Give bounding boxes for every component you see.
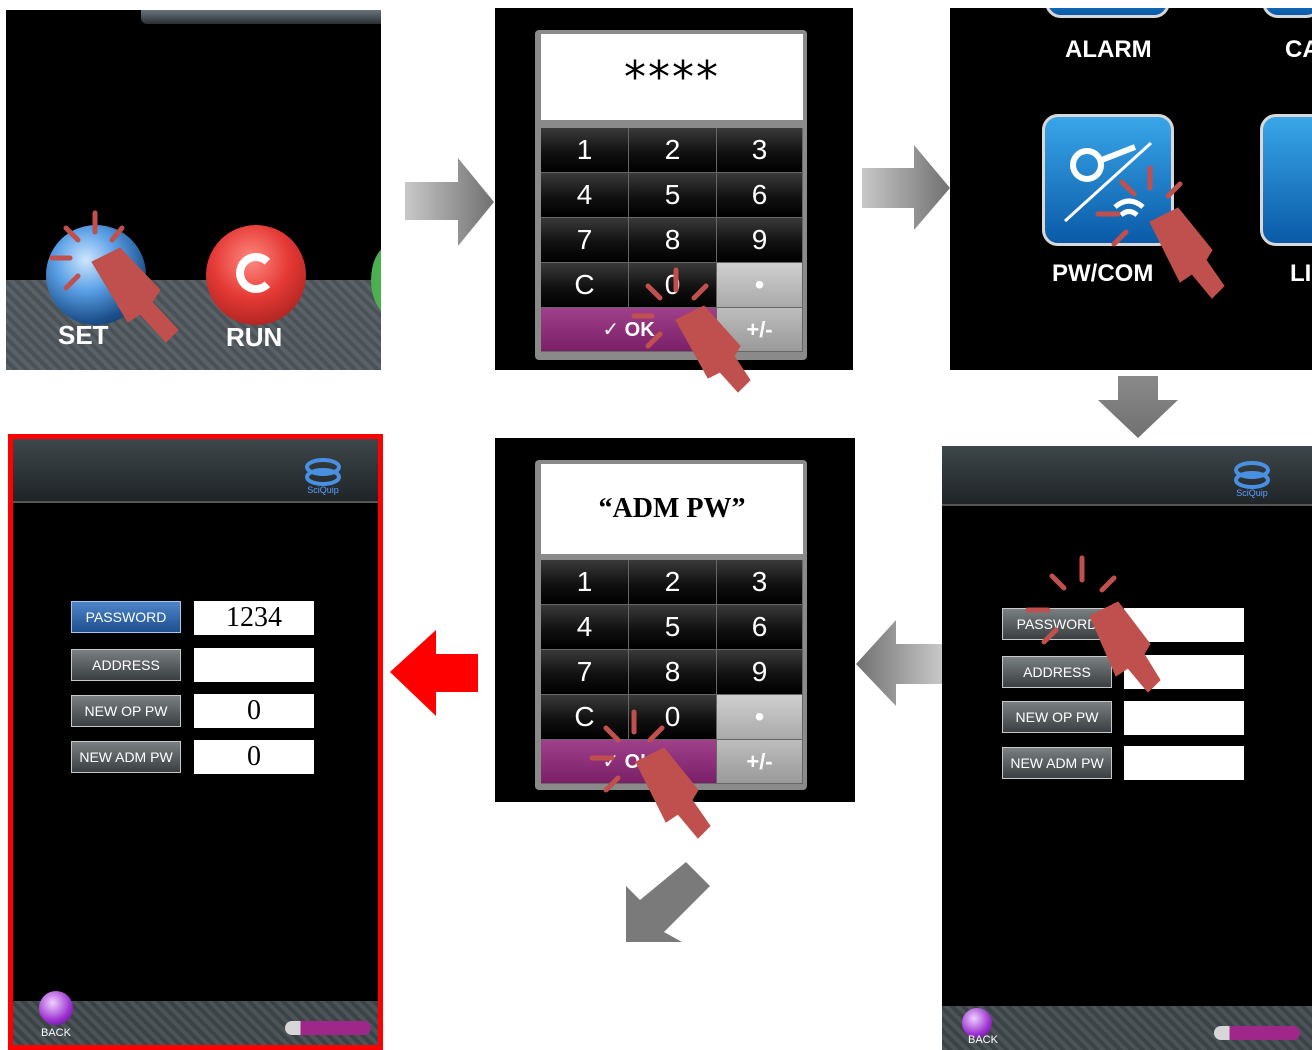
plus-minus-label: +/- <box>746 748 773 774</box>
keypad-display-text: **** <box>624 51 720 103</box>
key-3-button[interactable]: 3 <box>717 560 803 605</box>
new-adm-pw-field[interactable]: 0 <box>194 740 314 774</box>
flow-arrow-down <box>1098 376 1178 438</box>
flow-arrow-left-red <box>390 630 478 716</box>
password-field[interactable] <box>1124 608 1244 642</box>
key-7-button[interactable]: 7 <box>541 218 629 263</box>
key-5-button[interactable]: 5 <box>629 605 717 650</box>
home-topbar <box>141 10 381 24</box>
light-tile-icon[interactable] <box>1260 114 1312 246</box>
key-9-button[interactable]: 9 <box>717 218 803 263</box>
run-restart-icon[interactable] <box>206 225 306 325</box>
back-label: BACK <box>968 1034 998 1046</box>
key-4-button[interactable]: 4 <box>541 605 629 650</box>
new-op-pw-field[interactable] <box>1124 701 1244 735</box>
new-op-pw-button[interactable]: NEW OP PW <box>71 695 181 727</box>
key-c-button[interactable]: C <box>541 695 629 740</box>
flow-arrow-right-2 <box>862 145 950 230</box>
address-field[interactable] <box>1124 655 1244 689</box>
key-6-button[interactable]: 6 <box>717 605 803 650</box>
new-adm-pw-field[interactable] <box>1124 746 1244 780</box>
ok-button-label: ✓ OK <box>602 319 655 341</box>
set-gear-icon[interactable] <box>46 225 146 325</box>
key-9-button[interactable]: 9 <box>717 650 803 695</box>
ok-button[interactable]: ✓ OK <box>541 740 717 784</box>
set-label: SET <box>58 320 109 350</box>
li-label: LI <box>1290 260 1312 287</box>
key-3-button[interactable]: 3 <box>717 128 803 173</box>
key-dot-button[interactable]: • <box>717 263 803 308</box>
key-2-button[interactable]: 2 <box>629 560 717 605</box>
key-7-button[interactable]: 7 <box>541 650 629 695</box>
address-button[interactable]: ADDRESS <box>71 649 181 681</box>
logo-text: SciQuip <box>1236 488 1268 498</box>
toggle-slider[interactable] <box>1214 1026 1300 1040</box>
panel-keypad-admpw: “ADM PW” ✓ OK +/- 1 2 3 4 5 6 7 8 9 C 0 • <box>495 438 855 802</box>
keypad-display-text: “ADM PW” <box>598 493 746 524</box>
keypad-display: **** <box>541 34 803 120</box>
plus-minus-button[interactable]: +/- <box>717 740 803 784</box>
ok-button[interactable]: ✓ OK <box>541 308 717 352</box>
key-5-button[interactable]: 5 <box>629 173 717 218</box>
panel-home: SET RUN <box>6 10 381 370</box>
alarm-tile-icon[interactable] <box>1045 8 1170 18</box>
key-0-button[interactable]: 0 <box>629 263 717 308</box>
key-1-button[interactable]: 1 <box>541 560 629 605</box>
panel-keypad-password: **** ✓ OK +/- 1 2 3 4 5 6 7 8 9 C 0 • <box>495 8 853 370</box>
password-field[interactable]: 1234 <box>194 601 314 635</box>
password-button[interactable]: PASSWORD <box>71 601 181 633</box>
password-button[interactable]: PASSWORD <box>1002 608 1112 640</box>
key-dot-button[interactable]: • <box>717 695 803 740</box>
new-op-pw-field[interactable]: 0 <box>194 694 314 728</box>
key-8-button[interactable]: 8 <box>629 218 717 263</box>
address-button[interactable]: ADDRESS <box>1002 656 1112 688</box>
flow-arrow-right-1 <box>405 158 494 246</box>
pw-com-label: PW/COM <box>1052 260 1154 287</box>
ca-tile-icon[interactable] <box>1262 8 1312 18</box>
key-1-button[interactable]: 1 <box>541 128 629 173</box>
panel-settings-final: SciQuip PASSWORD ADDRESS NEW OP PW NEW A… <box>8 434 383 1050</box>
flow-arrow-diagonal <box>626 862 710 942</box>
toggle-slider[interactable] <box>285 1021 371 1035</box>
keypad-display: “ADM PW” <box>541 464 803 554</box>
logo-text: SciQuip <box>307 485 339 495</box>
run-label: RUN <box>226 322 283 352</box>
new-op-pw-button[interactable]: NEW OP PW <box>1002 701 1112 733</box>
back-icon[interactable] <box>39 991 73 1025</box>
panel-settings-empty: SciQuip PASSWORD ADDRESS NEW OP PW NEW A… <box>942 446 1312 1050</box>
ok-button-label: ✓ OK <box>602 751 655 773</box>
panel-menu: ALARM CA PW/COM LI <box>950 8 1312 370</box>
pw-com-tile-icon[interactable] <box>1042 114 1174 246</box>
alarm-label: ALARM <box>1065 36 1152 63</box>
new-adm-pw-button[interactable]: NEW ADM PW <box>1002 747 1112 779</box>
key-c-button[interactable]: C <box>541 263 629 308</box>
key-0-button[interactable]: 0 <box>629 695 717 740</box>
plus-minus-label: +/- <box>746 316 773 342</box>
address-field[interactable] <box>194 648 314 682</box>
plus-minus-button[interactable]: +/- <box>717 308 803 352</box>
ca-label: CA <box>1285 36 1312 63</box>
key-6-button[interactable]: 6 <box>717 173 803 218</box>
key-8-button[interactable]: 8 <box>629 650 717 695</box>
key-wifi-icon <box>1063 141 1153 223</box>
key-4-button[interactable]: 4 <box>541 173 629 218</box>
key-2-button[interactable]: 2 <box>629 128 717 173</box>
flow-arrow-left-1 <box>856 620 942 706</box>
new-adm-pw-button[interactable]: NEW ADM PW <box>71 741 181 773</box>
back-label: BACK <box>41 1027 71 1039</box>
